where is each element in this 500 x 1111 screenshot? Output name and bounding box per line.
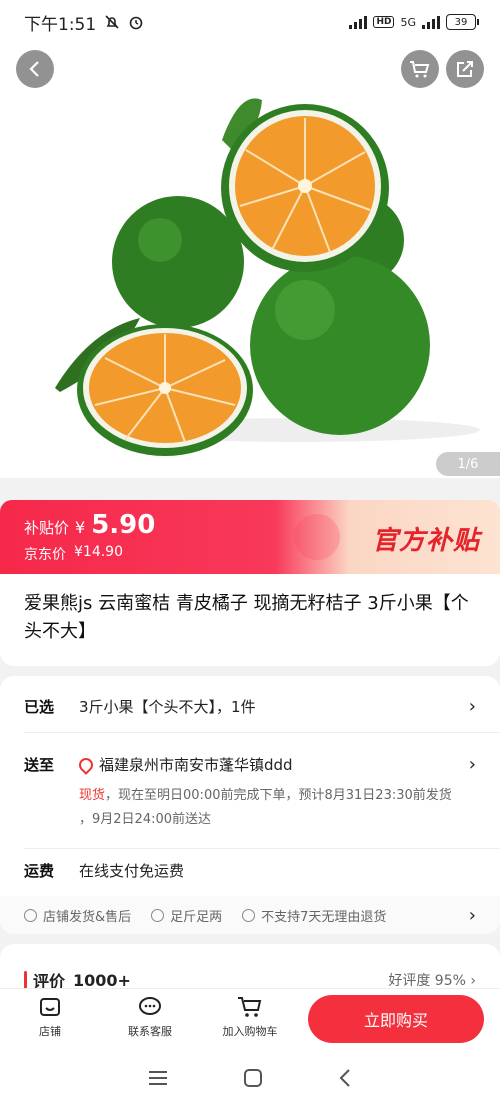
- chevron-right-icon: ›: [470, 973, 476, 989]
- shipping-line-2: ，9月2日24:00前送达: [79, 812, 212, 827]
- network-label: 5G: [400, 15, 416, 29]
- alarm-icon: [129, 16, 143, 30]
- shipping-line-1: ，现在至明日00:00前完成下单，预计8月31日23:30前发货: [105, 788, 452, 803]
- shop-tab[interactable]: 店铺: [0, 995, 100, 1039]
- selected-value: 3斤小果【个头不大】，1件: [79, 698, 256, 716]
- cart-icon: [410, 61, 430, 78]
- guarantee-row[interactable]: 店铺发货&售后 足斤足两 不支持7天无理由退货 ›: [0, 896, 500, 934]
- service-label: 联系客服: [128, 1024, 172, 1038]
- divider: [24, 848, 500, 849]
- review-rating: 好评度 95% ›: [388, 970, 476, 990]
- chevron-right-icon: ›: [468, 754, 476, 775]
- freight-label: 运费: [24, 862, 55, 880]
- price-band: 补贴价 ¥ 5.90 京东价 ¥14.90 官方补贴: [0, 500, 500, 574]
- delivery-row[interactable]: 送至 福建泉州市南安市蓬华镇ddd ›: [24, 754, 476, 775]
- share-icon: [457, 61, 473, 77]
- signal-icon-2: [422, 15, 440, 29]
- coin-icon: [294, 514, 340, 560]
- chat-icon: [139, 996, 161, 1015]
- info-icon: [242, 908, 256, 922]
- product-info-card: 已选 3斤小果【个头不大】，1件 › 送至 福建泉州市南安市蓬华镇ddd › 现…: [0, 676, 500, 934]
- currency-symbol: ¥: [75, 518, 86, 537]
- shop-icon: [40, 997, 60, 1016]
- jd-price: ¥14.90: [74, 544, 123, 560]
- official-subsidy-badge: 官方补贴: [371, 526, 480, 556]
- jd-price-label: 京东价: [24, 547, 66, 563]
- add-to-cart-tab[interactable]: 加入购物车: [200, 995, 300, 1039]
- location-pin-icon: [76, 754, 96, 775]
- chevron-right-icon: ›: [468, 696, 476, 717]
- status-time: 下午1:51: [24, 14, 97, 35]
- back-button[interactable]: [16, 50, 54, 88]
- guarantee-label: 店铺发货&售后: [43, 909, 132, 925]
- image-counter: 1/6: [436, 452, 500, 476]
- guarantee-label: 足斤足两: [170, 909, 223, 925]
- product-title-card: 爱果熊js 云南蜜桔 青皮橘子 现摘无籽桔子 3斤小果【个头不大】: [0, 574, 500, 666]
- signal-icon: [349, 15, 368, 29]
- delivery-label: 送至: [24, 756, 55, 774]
- shop-label: 店铺: [39, 1024, 61, 1038]
- system-nav-bar: [0, 1044, 500, 1111]
- add-cart-label: 加入购物车: [222, 1024, 278, 1038]
- cart-icon: [238, 996, 262, 1017]
- cart-button[interactable]: [401, 50, 439, 88]
- smile-icon: [151, 908, 165, 922]
- service-tab[interactable]: 联系客服: [100, 995, 200, 1039]
- status-bar: 下午1:51 HD 5G 39: [0, 0, 500, 44]
- selected-spec-row[interactable]: 已选 3斤小果【个头不大】，1件 ›: [24, 696, 476, 717]
- bottom-action-bar: 店铺 联系客服 加入购物车 立即购买: [0, 988, 500, 1044]
- menu-icon[interactable]: [148, 1070, 168, 1086]
- delivery-address: 福建泉州市南安市蓬华镇ddd: [99, 756, 293, 774]
- subsidy-price: 5.90: [91, 510, 156, 540]
- guarantee-item: 不支持7天无理由退货: [242, 906, 386, 925]
- back-nav-icon[interactable]: [338, 1068, 352, 1088]
- product-title: 爱果熊js 云南蜜桔 青皮橘子 现摘无籽桔子 3斤小果【个头不大】: [24, 593, 469, 642]
- battery-icon: 39: [446, 14, 479, 30]
- guarantee-label: 不支持7天无理由退货: [261, 909, 387, 925]
- chevron-right-icon: ›: [468, 904, 476, 926]
- home-icon[interactable]: [243, 1068, 263, 1088]
- freight-row: 运费 在线支付免运费: [24, 860, 476, 881]
- smile-icon: [24, 908, 37, 922]
- buy-now-button[interactable]: 立即购买: [308, 995, 484, 1043]
- shipping-estimate: 现货，现在至明日00:00前完成下单，预计8月31日23:30前发货 ，9月2日…: [79, 784, 476, 832]
- subsidy-price-label: 补贴价: [24, 519, 70, 537]
- rating-text: 好评度 95%: [388, 973, 466, 989]
- review-count: 1000+: [73, 970, 131, 990]
- battery-level: 39: [454, 16, 468, 28]
- guarantee-item: 足斤足两: [151, 906, 222, 925]
- stock-status: 现货: [79, 788, 106, 803]
- selected-label: 已选: [24, 698, 55, 716]
- divider: [24, 732, 500, 733]
- hd-badge: HD: [373, 16, 395, 28]
- guarantee-item: 店铺发货&售后: [24, 906, 131, 925]
- product-page: 1/6 下午1:51 HD 5G 39 补贴价 ¥ 5.90 京东价 ¥14.9…: [0, 0, 500, 1111]
- section-accent-bar: [24, 971, 27, 989]
- mute-bell-icon: [105, 15, 119, 29]
- chevron-left-icon: [29, 61, 39, 77]
- freight-value: 在线支付免运费: [79, 862, 185, 880]
- share-button[interactable]: [446, 50, 484, 88]
